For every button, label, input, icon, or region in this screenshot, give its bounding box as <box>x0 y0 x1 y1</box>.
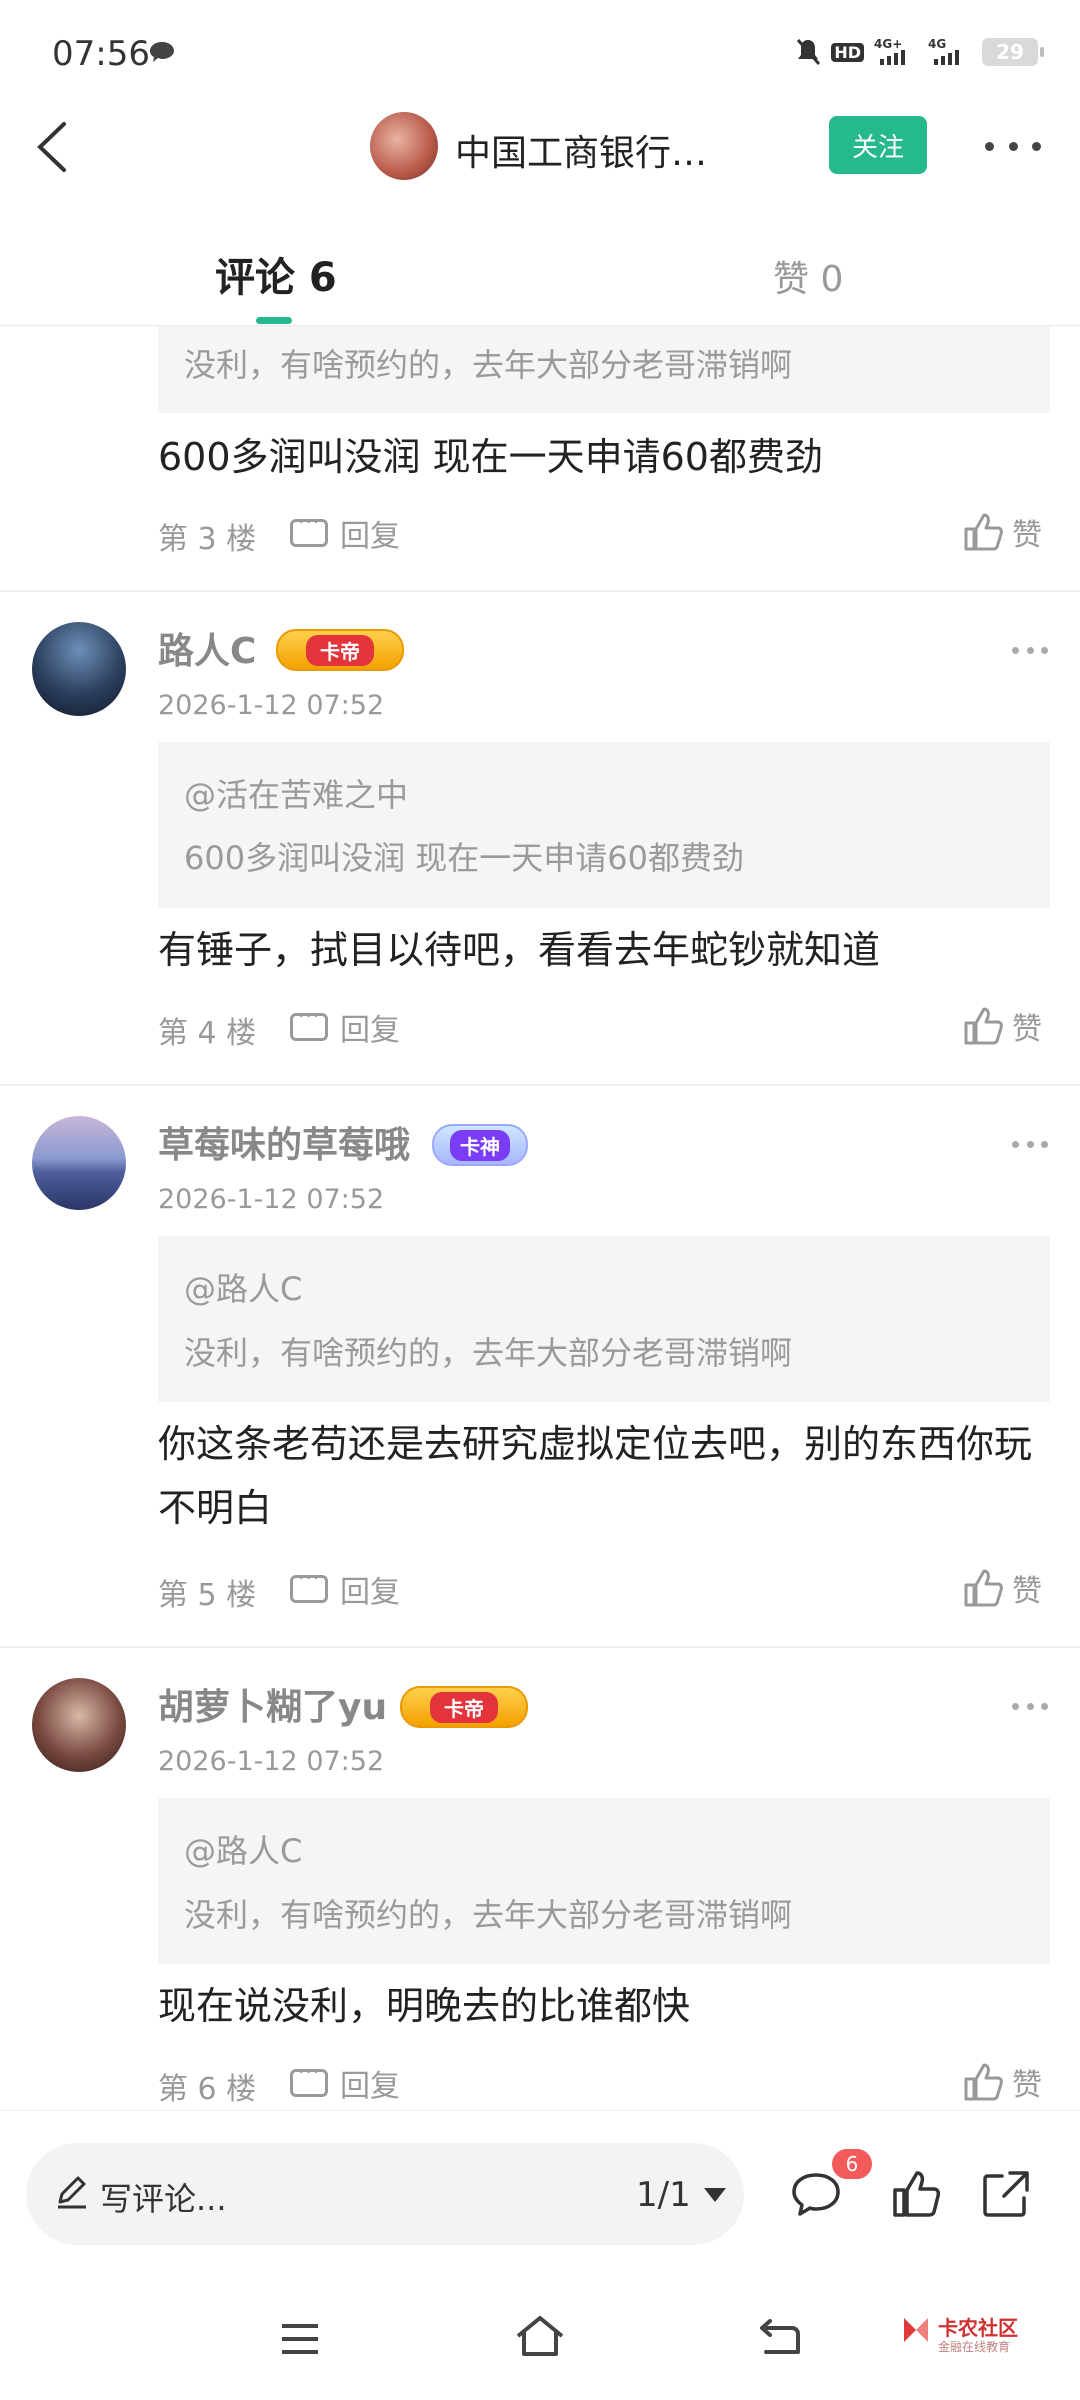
comment-body[interactable]: 你这条老苟还是去研究虚拟定位去吧，别的东西你玩不明白 <box>158 1412 1038 1540</box>
floor-number: 第 6 楼 <box>158 2072 257 2107</box>
hd-icon: HD <box>831 42 864 62</box>
reply-icon <box>290 1566 328 1603</box>
reply-icon <box>290 510 328 547</box>
svg-text:4G: 4G <box>928 37 946 51</box>
reply-button[interactable]: 回复 <box>290 2060 400 2104</box>
signal-4g-icon: 4G+ <box>874 37 905 65</box>
svg-text:4G+: 4G+ <box>874 37 902 51</box>
quote-box <box>158 1798 1050 1964</box>
like-button[interactable]: 赞 <box>962 2060 1042 2104</box>
reply-icon <box>290 1004 328 1041</box>
message-notification-icon <box>150 42 174 62</box>
comment-time: 2026-1-12 07:52 <box>158 1746 385 1777</box>
thumbs-up-icon <box>964 1569 1003 1607</box>
comment-body[interactable]: 现在说没利，明晚去的比谁都快 <box>158 1974 1058 2038</box>
quote-text: 没利，有啥预约的，去年大部分老哥滞销啊 <box>184 1334 793 1372</box>
tab-likes[interactable]: 赞 0 <box>773 250 843 302</box>
rank-badge: 卡帝 <box>276 629 404 671</box>
quote-user[interactable]: @活在苦难之中 <box>184 770 408 816</box>
reply-button[interactable]: 回复 <box>290 510 400 554</box>
menu-icon[interactable] <box>280 2322 320 2356</box>
status-bar: 07:56 HD 4G+ 4G 29 <box>0 0 1080 110</box>
page-title[interactable]: 中国工商银行… <box>455 124 707 176</box>
quote-user[interactable]: @路人C <box>184 1264 302 1310</box>
comment-body[interactable]: 600多润叫没润 现在一天申请60都费劲 <box>158 425 1058 489</box>
username[interactable]: 草莓味的草莓哦 <box>158 1116 410 1168</box>
more-dot-icon <box>985 141 994 151</box>
comment-more-button[interactable] <box>1012 1136 1048 1152</box>
tab-comments[interactable]: 评论 6 <box>215 245 337 303</box>
like-button[interactable]: 赞 <box>962 1566 1042 1610</box>
comment-count-badge: 6 <box>832 2149 872 2179</box>
quote-box <box>158 1236 1050 1402</box>
rank-badge: 卡神 <box>432 1124 528 1166</box>
tab-active-indicator <box>256 317 292 324</box>
like-button[interactable]: 赞 <box>962 1004 1042 1048</box>
comment-more-button[interactable] <box>1012 642 1048 658</box>
floor-number: 第 5 楼 <box>158 1578 257 1613</box>
rank-badge: 卡帝 <box>400 1686 528 1728</box>
thumbs-up-icon <box>964 1007 1003 1045</box>
user-avatar[interactable] <box>32 1678 126 1772</box>
back-button[interactable] <box>20 112 90 182</box>
thumbs-up-icon <box>964 513 1003 551</box>
thumbs-up-icon <box>964 2063 1003 2101</box>
comment-icon[interactable] <box>790 2170 842 2218</box>
quote-text: 没利，有啥预约的，去年大部分老哥滞销啊 <box>184 346 793 384</box>
status-icons: HD 4G+ 4G 29 <box>795 34 1044 70</box>
more-dot-icon <box>1032 141 1041 151</box>
floor-number: 第 4 楼 <box>158 1016 257 1051</box>
system-back-icon[interactable] <box>758 2318 802 2358</box>
divider <box>0 590 1080 592</box>
user-avatar[interactable] <box>32 1116 126 1210</box>
tab-bar <box>0 220 1080 326</box>
mute-icon <box>797 39 821 65</box>
write-comment-placeholder[interactable]: 写评论... <box>100 2174 227 2220</box>
comment-more-button[interactable] <box>1012 1698 1048 1714</box>
quote-box <box>158 742 1050 908</box>
like-button[interactable]: 赞 <box>962 510 1042 554</box>
follow-button[interactable]: 关注 <box>829 116 927 174</box>
username[interactable]: 路人C <box>158 622 256 674</box>
reply-icon <box>290 2060 328 2097</box>
reply-button[interactable]: 回复 <box>290 1566 400 1610</box>
comment-body[interactable]: 有锤子，拭目以待吧，看看去年蛇钞就知道 <box>158 918 1058 982</box>
kanong-logo-icon <box>904 2318 928 2342</box>
page-selector[interactable]: 1/1 <box>636 2175 691 2215</box>
battery-icon: 29 <box>982 38 1044 66</box>
share-icon[interactable] <box>980 2168 1032 2220</box>
floor-number: 第 3 楼 <box>158 522 257 557</box>
comment-time: 2026-1-12 07:52 <box>158 690 385 721</box>
signal-4g-2-icon: 4G <box>928 37 959 65</box>
quote-text: 600多润叫没润 现在一天申请60都费劲 <box>184 839 744 877</box>
reply-button[interactable]: 回复 <box>290 1004 400 1048</box>
comment-time: 2026-1-12 07:52 <box>158 1184 385 1215</box>
watermark-logo: 卡农社区 金融在线教育 <box>900 2310 1060 2360</box>
quote-user[interactable]: @路人C <box>184 1826 302 1872</box>
username[interactable]: 胡萝卜糊了yu <box>158 1678 387 1730</box>
thumbs-up-icon[interactable] <box>890 2168 942 2220</box>
quote-text: 没利，有啥预约的，去年大部分老哥滞销啊 <box>184 1896 793 1934</box>
home-icon[interactable] <box>514 2314 566 2358</box>
forum-avatar[interactable] <box>370 112 438 180</box>
status-time: 07:56 <box>52 34 150 74</box>
divider <box>0 1084 1080 1086</box>
user-avatar[interactable] <box>32 622 126 716</box>
divider <box>0 1646 1080 1648</box>
more-dot-icon <box>1008 141 1018 151</box>
caret-down-icon[interactable] <box>704 2188 726 2202</box>
pencil-icon <box>58 2176 86 2209</box>
more-options-button[interactable] <box>985 126 1041 166</box>
